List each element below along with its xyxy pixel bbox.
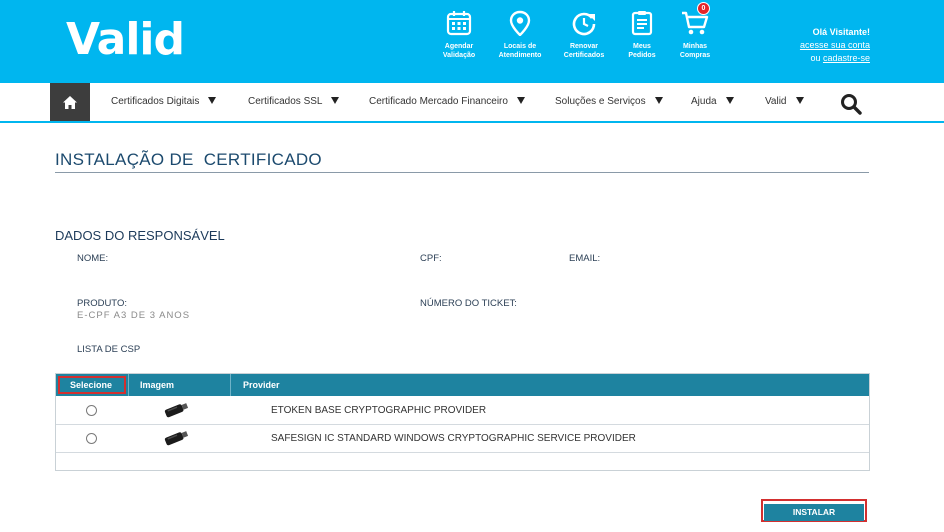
produto-value: E-CPF A3 DE 3 ANOS: [77, 310, 191, 321]
selecione-highlight: [58, 376, 126, 394]
section-title: DADOS DO RESPONSÁVEL: [55, 228, 225, 243]
column-header-provider: Provider: [243, 380, 280, 390]
csp-list-label: LISTA DE CSP: [77, 344, 141, 355]
quick-link-label-1: Agendar: [444, 43, 474, 50]
provider-radio[interactable]: [86, 433, 97, 444]
register-link[interactable]: cadastre-se: [823, 53, 870, 63]
quick-link-locais[interactable]: Locais de Atendimento: [490, 10, 550, 60]
install-button-highlight: INSTALAR: [761, 499, 867, 522]
quick-link-compras[interactable]: 0 Minhas Compras: [665, 2, 725, 60]
nav-label: Certificados SSL: [248, 96, 323, 107]
install-button[interactable]: INSTALAR: [764, 504, 864, 521]
page-title: INSTALAÇÃO DE CERTIFICADO: [55, 150, 322, 169]
table-row: SAFESIGN IC STANDARD WINDOWS CRYPTOGRAPH…: [56, 425, 869, 453]
or-text: ou: [810, 53, 821, 63]
usb-token-icon: [164, 431, 189, 446]
renew-icon: [572, 12, 596, 36]
column-header-imagem: Imagem: [140, 380, 175, 390]
calendar-icon: [446, 11, 472, 36]
nav-valid[interactable]: Valid: [765, 96, 804, 107]
produto-label: PRODUTO:: [77, 298, 127, 309]
chevron-down-icon: [516, 97, 525, 104]
user-panel: Olá Visitante! acesse sua conta ou cadas…: [800, 26, 870, 65]
chevron-down-icon: [795, 97, 804, 104]
usb-token-icon: [164, 403, 189, 418]
chevron-down-icon: [725, 97, 734, 104]
nav-certificados-digitais[interactable]: Certificados Digitais: [111, 96, 217, 107]
orders-icon: [631, 11, 653, 36]
quick-link-label-2: Validação: [442, 52, 476, 59]
cart-count-badge: 0: [697, 2, 710, 15]
header-divider: [128, 374, 129, 396]
nav-mercado-financeiro[interactable]: Certificado Mercado Financeiro: [369, 96, 525, 107]
chevron-down-icon: [208, 97, 217, 104]
header-divider: [230, 374, 231, 396]
nav-solucoes-servicos[interactable]: Soluções e Serviços: [555, 96, 663, 107]
chevron-down-icon: [331, 97, 340, 104]
quick-link-label-2: Certificados: [563, 52, 605, 59]
nav-label: Certificado Mercado Financeiro: [369, 96, 508, 107]
quick-link-label-2: Atendimento: [498, 52, 542, 59]
nav-certificados-ssl[interactable]: Certificados SSL: [248, 96, 340, 107]
home-button[interactable]: [50, 83, 90, 121]
quick-link-renovar[interactable]: Renovar Certificados: [554, 10, 614, 60]
nav-label: Soluções e Serviços: [555, 96, 646, 107]
title-divider: [55, 172, 869, 173]
quick-link-label-1: Renovar: [569, 43, 598, 50]
quick-link-label-1: Meus: [633, 43, 651, 50]
top-header: Valid Agendar Validação Locais de Atendime…: [0, 0, 944, 83]
location-pin-icon: [509, 10, 531, 36]
quick-link-label-2: Compras: [679, 52, 711, 59]
quick-link-label-1: Minhas: [682, 43, 708, 50]
table-row: ETOKEN BASE CRYPTOGRAPHIC PROVIDER: [56, 397, 869, 425]
table-header: Selecione Imagem Provider: [56, 374, 869, 396]
email-label: EMAIL:: [569, 253, 601, 264]
provider-radio[interactable]: [86, 405, 97, 416]
main-nav: Certificados Digitais Certificados SSL C…: [0, 83, 944, 123]
quick-link-agendar[interactable]: Agendar Validação: [429, 10, 489, 60]
valid-logo[interactable]: Valid: [66, 14, 185, 65]
provider-name: SAFESIGN IC STANDARD WINDOWS CRYPTOGRAPH…: [271, 433, 636, 444]
quick-link-label-1: Locais de: [503, 43, 537, 50]
search-icon: [841, 94, 862, 115]
home-icon: [63, 95, 77, 109]
provider-name: ETOKEN BASE CRYPTOGRAPHIC PROVIDER: [271, 405, 487, 416]
chevron-down-icon: [654, 97, 663, 104]
quick-link-pedidos[interactable]: Meus Pedidos: [612, 10, 672, 60]
nav-label: Ajuda: [691, 96, 717, 107]
csp-table: Selecione Imagem Provider ETOKEN BASE CR…: [55, 373, 870, 471]
quick-link-label-2: Pedidos: [628, 52, 656, 59]
nav-label: Certificados Digitais: [111, 96, 200, 107]
cpf-label: CPF:: [420, 253, 442, 264]
nav-ajuda[interactable]: Ajuda: [691, 96, 734, 107]
ticket-label: NÚMERO DO TICKET:: [420, 298, 517, 309]
search-button[interactable]: [840, 93, 862, 120]
nome-label: NOME:: [77, 253, 109, 264]
login-link[interactable]: acesse sua conta: [800, 40, 870, 50]
nav-label: Valid: [765, 96, 787, 107]
greeting-text: Olá Visitante!: [812, 27, 870, 37]
